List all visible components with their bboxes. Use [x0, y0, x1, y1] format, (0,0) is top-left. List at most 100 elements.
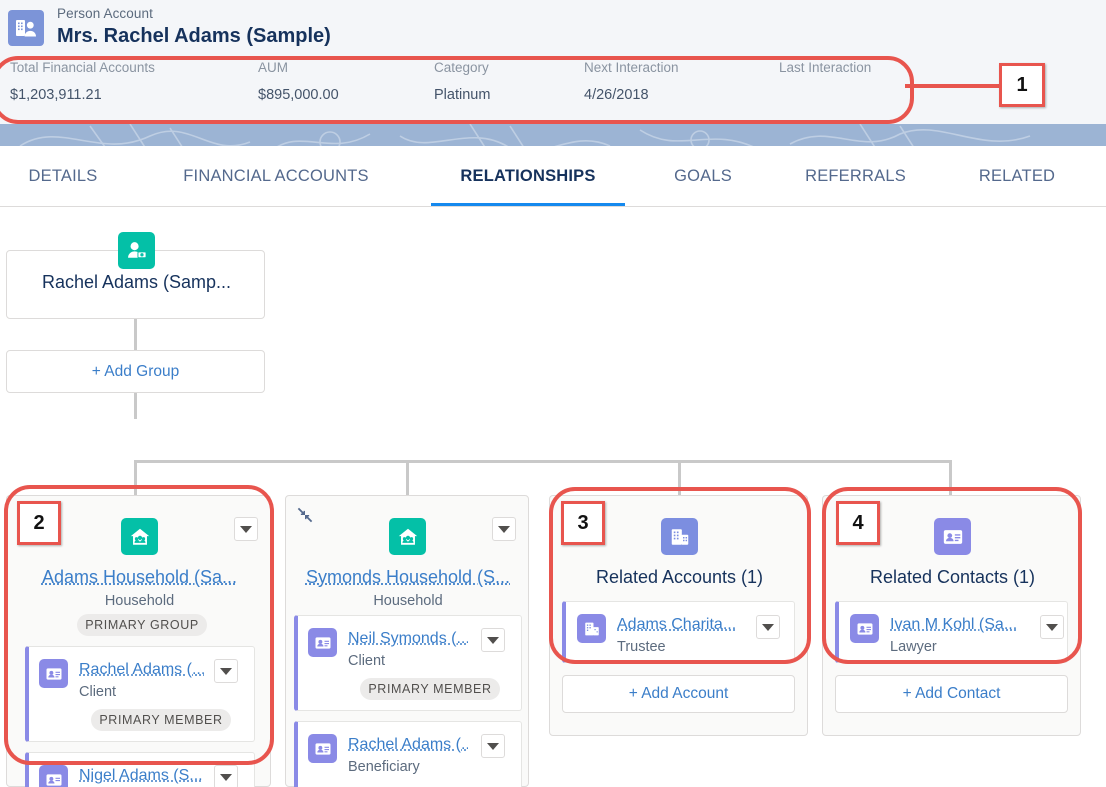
field-label: Next Interaction — [584, 60, 679, 75]
member-role: Client — [348, 653, 386, 669]
member-badge-primary-member: PRIMARY MEMBER — [360, 678, 500, 700]
group-title: Related Contacts (1) — [869, 567, 1036, 587]
member-role: Lawyer — [890, 639, 937, 655]
annotation-number: 3 — [577, 511, 589, 534]
group-menu-chevron-down-icon[interactable] — [234, 517, 258, 541]
household-person-icon — [118, 232, 155, 269]
connector-branch-2 — [406, 460, 409, 495]
contact-icon — [39, 659, 68, 688]
header-detail-strip: Total Financial Accounts $1,203,911.21 A… — [0, 58, 915, 118]
connector-branch-3 — [678, 460, 681, 495]
member-row: Ivan M Kohl (Sa... Lawyer — [835, 601, 1068, 663]
record-type-label: Person Account — [57, 6, 153, 21]
header-field-next-interaction: Next Interaction 4/26/2018 — [584, 58, 679, 106]
header-top: Person Account Mrs. Rachel Adams (Sample… — [0, 0, 1106, 52]
member-name-link[interactable]: Rachel Adams (... — [348, 734, 468, 755]
annotation-number: 1 — [1016, 73, 1028, 96]
contact-icon — [934, 518, 971, 555]
field-label: Category — [434, 60, 489, 75]
account-icon — [577, 614, 606, 643]
tab-relationships[interactable]: RELATIONSHIPS — [431, 146, 625, 206]
field-label: Total Financial Accounts — [10, 60, 155, 75]
member-row: Neil Symonds (... Client PRIMARY MEMBER — [294, 615, 522, 711]
member-role: Client — [79, 684, 117, 700]
tab-financial-accounts[interactable]: FINANCIAL ACCOUNTS — [150, 146, 402, 206]
tab-related[interactable]: RELATED — [954, 146, 1080, 206]
add-contact-button[interactable]: + Add Contact — [835, 675, 1068, 713]
connector-branch-4 — [949, 460, 952, 495]
collapse-icon[interactable] — [296, 506, 314, 524]
annotation-marker-3: 3 — [561, 501, 605, 545]
tab-label: DETAILS — [28, 166, 98, 185]
member-badge-primary-member: PRIMARY MEMBER — [91, 709, 231, 731]
member-row: Adams Charita... Trustee — [562, 601, 795, 663]
member-role: Trustee — [617, 639, 666, 655]
contact-icon — [308, 628, 337, 657]
member-menu-chevron-down-icon[interactable] — [481, 734, 505, 758]
connector-horizontal-bus — [134, 460, 952, 463]
member-menu-chevron-down-icon[interactable] — [756, 615, 780, 639]
group-menu-chevron-down-icon[interactable] — [492, 517, 516, 541]
contact-icon — [308, 734, 337, 763]
group-card-symonds-household: Symonds Household (S... Household Neil S… — [285, 495, 529, 787]
connector-branch-1 — [134, 460, 137, 495]
tab-label: GOALS — [674, 166, 732, 185]
relationship-graph-canvas: Rachel Adams (Samp... + Add Group Adams … — [0, 207, 1106, 787]
tab-bar: DETAILS FINANCIAL ACCOUNTS RELATIONSHIPS… — [0, 146, 1106, 207]
member-name-link[interactable]: Ivan M Kohl (Sa... — [890, 614, 1032, 635]
root-node-card[interactable]: Rachel Adams (Samp... — [6, 232, 265, 319]
group-title-link[interactable]: Adams Household (Sa... — [9, 565, 270, 589]
contact-icon — [850, 614, 879, 643]
connector-addgroup-down — [134, 393, 137, 419]
contact-icon — [39, 765, 68, 787]
annotation-marker-4: 4 — [836, 501, 880, 545]
page-title: Mrs. Rachel Adams (Sample) — [57, 25, 331, 47]
member-role: Beneficiary — [348, 759, 420, 775]
person-account-icon — [8, 10, 44, 46]
connector-root-to-addgroup — [134, 318, 137, 350]
tab-details[interactable]: DETAILS — [22, 146, 104, 206]
member-menu-chevron-down-icon[interactable] — [1040, 615, 1064, 639]
group-title: Related Accounts (1) — [595, 567, 764, 587]
tab-label: REFERRALS — [805, 166, 906, 185]
annotation-number: 2 — [33, 511, 45, 534]
member-row: Rachel Adams (... Client PRIMARY MEMBER — [25, 646, 255, 742]
header-field-last-interaction: Last Interaction — [779, 58, 871, 84]
root-node-title: Rachel Adams (Samp... — [41, 272, 232, 292]
member-name-link[interactable]: Adams Charita... — [617, 614, 752, 635]
tab-label: FINANCIAL ACCOUNTS — [183, 166, 369, 185]
add-account-button[interactable]: + Add Account — [562, 675, 795, 713]
group-subtitle: Household — [104, 593, 175, 609]
header-field-total-financial-accounts: Total Financial Accounts $1,203,911.21 — [10, 58, 155, 106]
group-title-link[interactable]: Symonds Household (S... — [288, 565, 528, 589]
tab-referrals[interactable]: REFERRALS — [785, 146, 926, 206]
tab-label: RELATED — [978, 166, 1056, 185]
member-menu-chevron-down-icon[interactable] — [481, 628, 505, 652]
banner-ribbon — [0, 124, 1106, 146]
member-name-link[interactable]: Nigel Adams (S... — [79, 765, 204, 786]
field-value: Platinum — [434, 87, 491, 103]
tab-goals[interactable]: GOALS — [652, 146, 754, 206]
member-menu-chevron-down-icon[interactable] — [214, 659, 238, 683]
household-icon — [389, 518, 426, 555]
member-row: Rachel Adams (... Beneficiary — [294, 721, 522, 787]
tab-label: RELATIONSHIPS — [460, 166, 596, 185]
annotation-marker-1: 1 — [999, 63, 1045, 107]
member-name-link[interactable]: Neil Symonds (... — [348, 628, 468, 649]
annotation-leader-1 — [905, 84, 1000, 88]
group-badge-primary-group: PRIMARY GROUP — [77, 614, 207, 636]
field-value: $1,203,911.21 — [10, 87, 102, 103]
field-value: 4/26/2018 — [584, 87, 649, 103]
member-name-link[interactable]: Rachel Adams (... — [79, 659, 204, 680]
household-icon — [121, 518, 158, 555]
header-titles: Person Account Mrs. Rachel Adams (Sample… — [57, 5, 331, 49]
field-label: Last Interaction — [779, 60, 872, 75]
page-header: Person Account Mrs. Rachel Adams (Sample… — [0, 0, 1106, 146]
banner-pattern-icon — [19, 124, 1031, 146]
member-menu-chevron-down-icon[interactable] — [214, 765, 238, 787]
member-row: Nigel Adams (S... — [25, 752, 255, 787]
annotation-number: 4 — [852, 511, 864, 534]
add-group-button[interactable]: + Add Group — [6, 350, 265, 393]
field-label: AUM — [258, 60, 288, 75]
account-icon — [661, 518, 698, 555]
